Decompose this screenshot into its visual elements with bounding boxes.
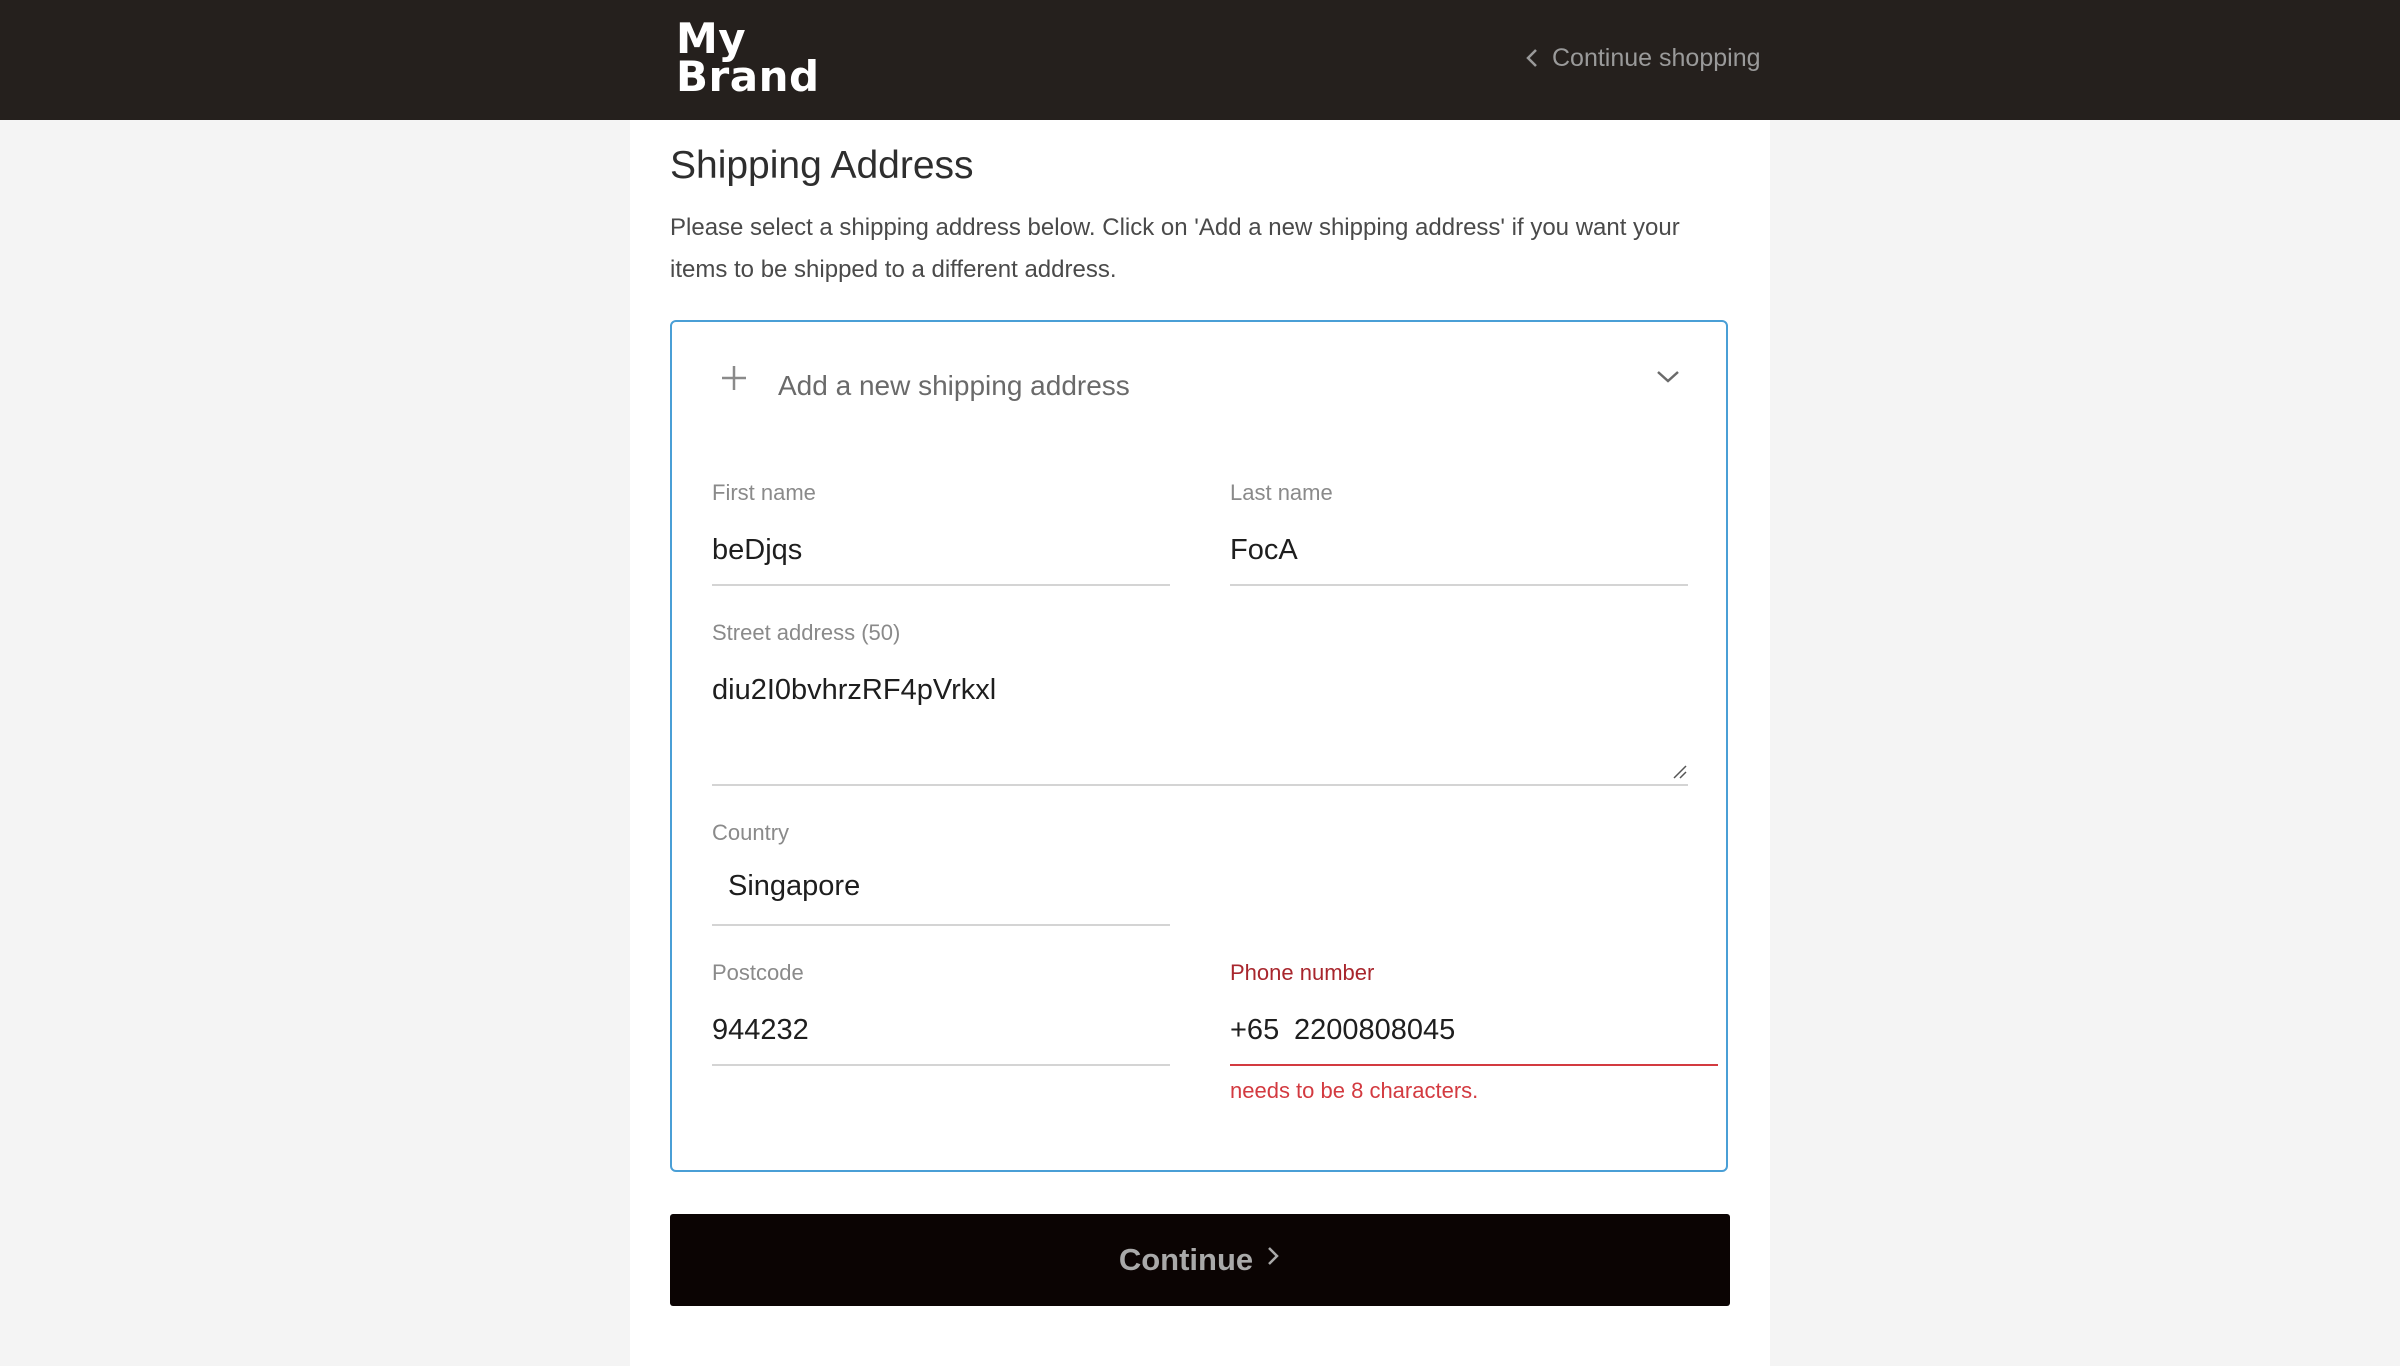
street-address-textarea[interactable]: diu2I0bvhrzRF4pVrkxl <box>712 674 1672 774</box>
brand-logo[interactable]: My Brand <box>676 18 820 101</box>
resize-handle-icon[interactable] <box>1672 764 1688 780</box>
postcode-input[interactable] <box>712 1014 1162 1047</box>
chevron-right-icon <box>1268 1247 1279 1265</box>
continue-shopping-label: Continue shopping <box>1552 43 1761 72</box>
top-header: My Brand Continue shopping <box>0 0 2400 120</box>
phone-number-label: Phone number <box>1230 960 1375 985</box>
continue-button-label: Continue <box>1118 1242 1254 1277</box>
logo-line-2: Brand <box>676 52 820 101</box>
continue-button[interactable]: Continue <box>670 1214 1730 1306</box>
last-name-input[interactable] <box>1230 534 1680 567</box>
first-name-input[interactable] <box>712 534 1162 567</box>
country-label: Country <box>712 820 790 845</box>
country-select[interactable]: Singapore <box>728 870 1148 903</box>
new-address-panel: Add a new shipping address First name La… <box>670 320 1728 1172</box>
postcode-underline <box>712 1064 1170 1066</box>
continue-shopping-link[interactable]: Continue shopping <box>1522 38 1761 78</box>
phone-error-message: needs to be 8 characters. <box>1230 1078 1479 1103</box>
last-name-underline <box>1230 584 1688 586</box>
last-name-label: Last name <box>1230 480 1333 505</box>
plus-icon <box>722 366 746 390</box>
add-address-toggle[interactable]: Add a new shipping address <box>672 322 1726 412</box>
chevron-left-icon <box>1526 49 1537 67</box>
chevron-down-icon <box>1657 371 1679 383</box>
country-underline <box>712 924 1170 926</box>
phone-country-code: +65 <box>1230 1014 1280 1046</box>
phone-number-underline <box>1230 1064 1718 1066</box>
page-title: Shipping Address <box>670 144 974 188</box>
add-address-title: Add a new shipping address <box>778 370 1130 401</box>
page-description: Please select a shipping address below. … <box>670 214 1680 283</box>
postcode-label: Postcode <box>712 960 804 985</box>
first-name-underline <box>712 584 1170 586</box>
phone-number-input[interactable] <box>1294 1014 1694 1047</box>
street-address-underline <box>712 784 1688 786</box>
first-name-label: First name <box>712 480 816 505</box>
street-address-label: Street address (50) <box>712 620 901 645</box>
